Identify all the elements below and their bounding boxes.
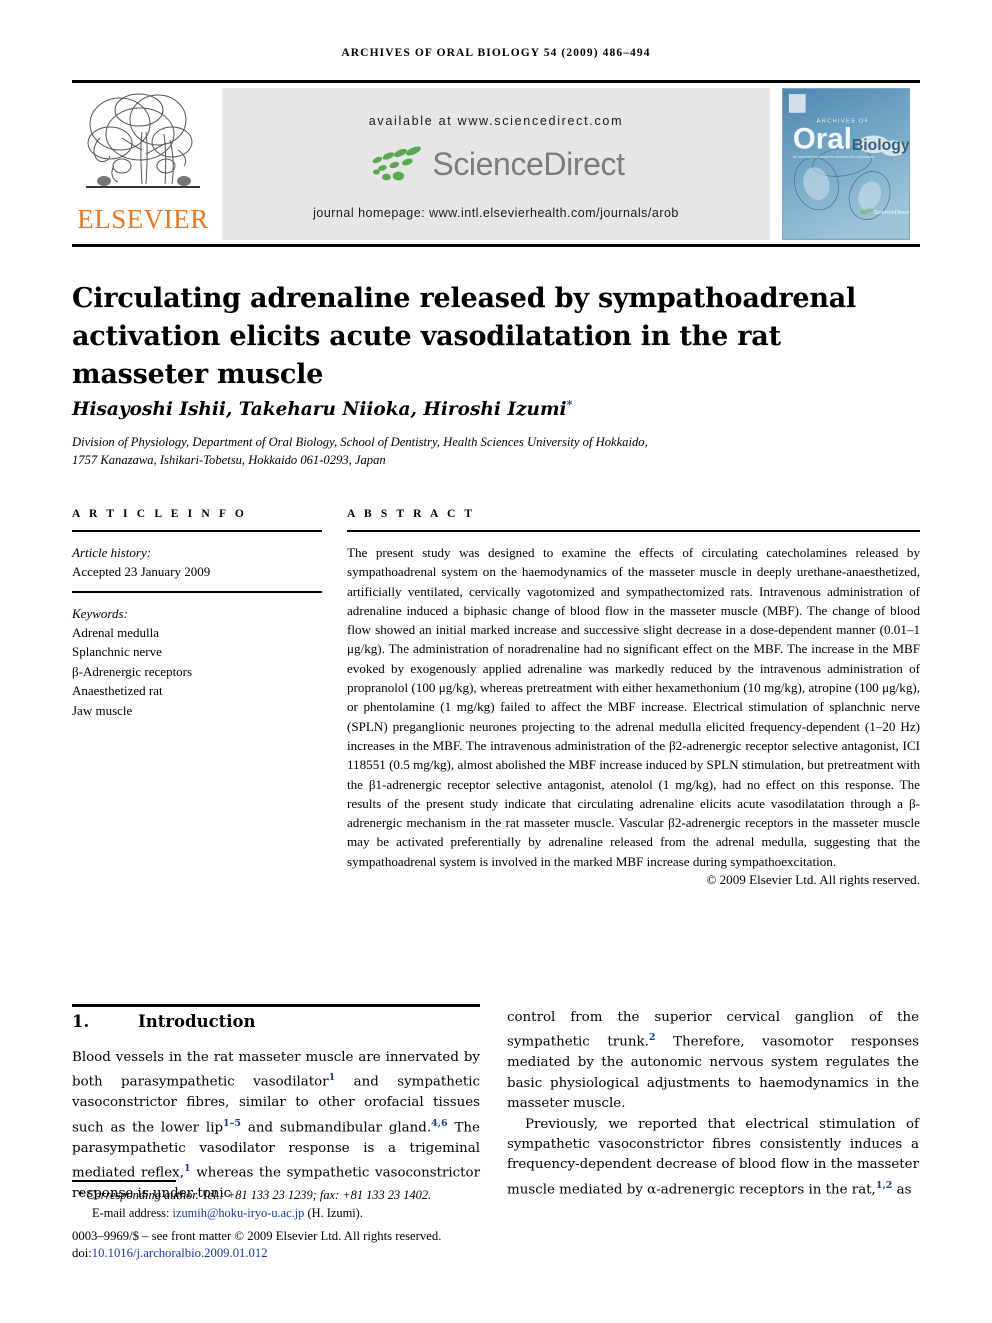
footnote-rule xyxy=(72,1180,176,1182)
corresponding-author-note: * Corresponding author. Tel.: +81 133 23… xyxy=(72,1186,502,1204)
article-info-heading: A R T I C L E I N F O xyxy=(72,508,247,520)
asterisk-icon: * xyxy=(77,1188,84,1202)
keyword-item: Adrenal medulla xyxy=(72,624,159,640)
article-info-rule xyxy=(72,530,322,532)
issn-copyright-line: 0003–9969/$ – see front matter © 2009 El… xyxy=(72,1229,442,1243)
sciencedirect-logo: ScienceDirect xyxy=(222,144,770,196)
elsevier-wordmark: ELSEVIER xyxy=(77,204,209,234)
introduction-rule xyxy=(72,1004,480,1007)
email-note: E-mail address: izumih@hoku-iryo-u.ac.jp… xyxy=(72,1204,502,1222)
introduction-heading: 1. Introduction xyxy=(72,1012,480,1031)
affiliation-line-2: 1757 Kanazawa, Ishikari-Tobetsu, Hokkaid… xyxy=(72,453,386,467)
masthead-bottom-rule xyxy=(72,244,920,247)
affiliation: Division of Physiology, Department of Or… xyxy=(72,433,792,469)
doi-line: doi:10.1016/j.archoralbio.2009.01.012 xyxy=(72,1246,542,1261)
abstract-text: The present study was designed to examin… xyxy=(347,545,921,869)
intro-text-part: Previously, we reported that electrical … xyxy=(507,1116,919,1198)
sciencedirect-wordmark: ScienceDirect xyxy=(432,145,625,182)
intro-paragraph: control from the superior cervical gangl… xyxy=(507,1008,919,1115)
sciencedirect-leaves-icon xyxy=(372,146,421,181)
elsevier-logo: ELSEVIER xyxy=(72,86,214,244)
abstract-copyright: © 2009 Elsevier Ltd. All rights reserved… xyxy=(706,872,920,888)
intro-paragraph: Previously, we reported that electrical … xyxy=(507,1115,919,1201)
masthead-top-rule xyxy=(72,80,920,83)
available-at-text: available at www.sciencedirect.com xyxy=(368,114,624,128)
page-title: Circulating adrenaline released by sympa… xyxy=(72,283,857,391)
email-link[interactable]: izumih@hoku-iryo-u.ac.jp xyxy=(173,1206,305,1220)
author-names: Hisayoshi Ishii, Takeharu Niioka, Hirosh… xyxy=(72,399,567,421)
doi-prefix: doi: xyxy=(72,1246,92,1260)
intro-text-part: as xyxy=(892,1182,912,1198)
doi-link[interactable]: 10.1016/j.archoralbio.2009.01.012 xyxy=(92,1246,268,1260)
journal-article-page: ARCHIVES OF ORAL BIOLOGY 54 (2009) 486–4… xyxy=(0,0,992,1323)
journal-cover-thumbnail: ARCHIVES OF Oral Biology An internationa… xyxy=(782,88,910,240)
elsevier-tree-icon xyxy=(86,93,200,188)
email-label: E-mail address: xyxy=(92,1206,170,1221)
running-head: ARCHIVES OF ORAL BIOLOGY 54 (2009) 486–4… xyxy=(341,47,651,59)
citation-ref[interactable]: 1 xyxy=(184,1163,191,1174)
section-number: 1. xyxy=(72,1012,90,1031)
keyword-item: Jaw muscle xyxy=(72,702,133,718)
article-info-column: A R T I C L E I N F O Article history: A… xyxy=(72,508,322,720)
citation-ref[interactable]: 1,2 xyxy=(876,1180,893,1191)
svg-text:An international journal for r: An international journal for research in… xyxy=(793,155,875,159)
abstract-column: A B S T R A C T The present study was de… xyxy=(347,508,920,888)
svg-text:Biology: Biology xyxy=(852,137,909,154)
corresponding-author-text: Corresponding author. Tel.: +81 133 23 1… xyxy=(86,1188,432,1202)
article-history-value: Accepted 23 January 2009 xyxy=(72,564,211,579)
intro-text-part: and submandibular gland. xyxy=(241,1120,432,1136)
email-owner: (H. Izumi). xyxy=(307,1206,363,1221)
masthead: ELSEVIER available at www.sciencedirect.… xyxy=(72,86,920,244)
article-history-heading: Article history: xyxy=(72,545,152,560)
svg-text:ScienceDirect: ScienceDirect xyxy=(874,210,909,216)
abstract-heading: A B S T R A C T xyxy=(347,508,476,520)
footnote-block: * Corresponding author. Tel.: +81 133 23… xyxy=(72,1186,502,1222)
sciencedirect-band: available at www.sciencedirect.com Scien… xyxy=(222,88,770,240)
abstract-rule xyxy=(347,530,920,532)
keyword-item: Splanchnic nerve xyxy=(72,644,162,659)
affiliation-line-1: Division of Physiology, Department of Or… xyxy=(72,435,648,449)
corresponding-author-marker: * xyxy=(566,398,573,411)
introduction-right-column: control from the superior cervical gangl… xyxy=(507,1008,919,1201)
keyword-item: Anaesthetized rat xyxy=(72,683,163,698)
keywords-heading: Keywords: xyxy=(72,605,128,621)
keyword-item: β-Adrenergic receptors xyxy=(72,663,193,679)
section-title: Introduction xyxy=(138,1012,256,1031)
author-list: Hisayoshi Ishii, Takeharu Niioka, Hirosh… xyxy=(72,398,862,420)
citation-ref[interactable]: 1–5 xyxy=(223,1118,241,1129)
journal-homepage-text: journal homepage: www.intl.elsevierhealt… xyxy=(313,206,679,220)
citation-ref[interactable]: 4,6 xyxy=(431,1118,448,1129)
keywords-rule xyxy=(72,590,322,593)
svg-text:Oral: Oral xyxy=(793,122,852,155)
